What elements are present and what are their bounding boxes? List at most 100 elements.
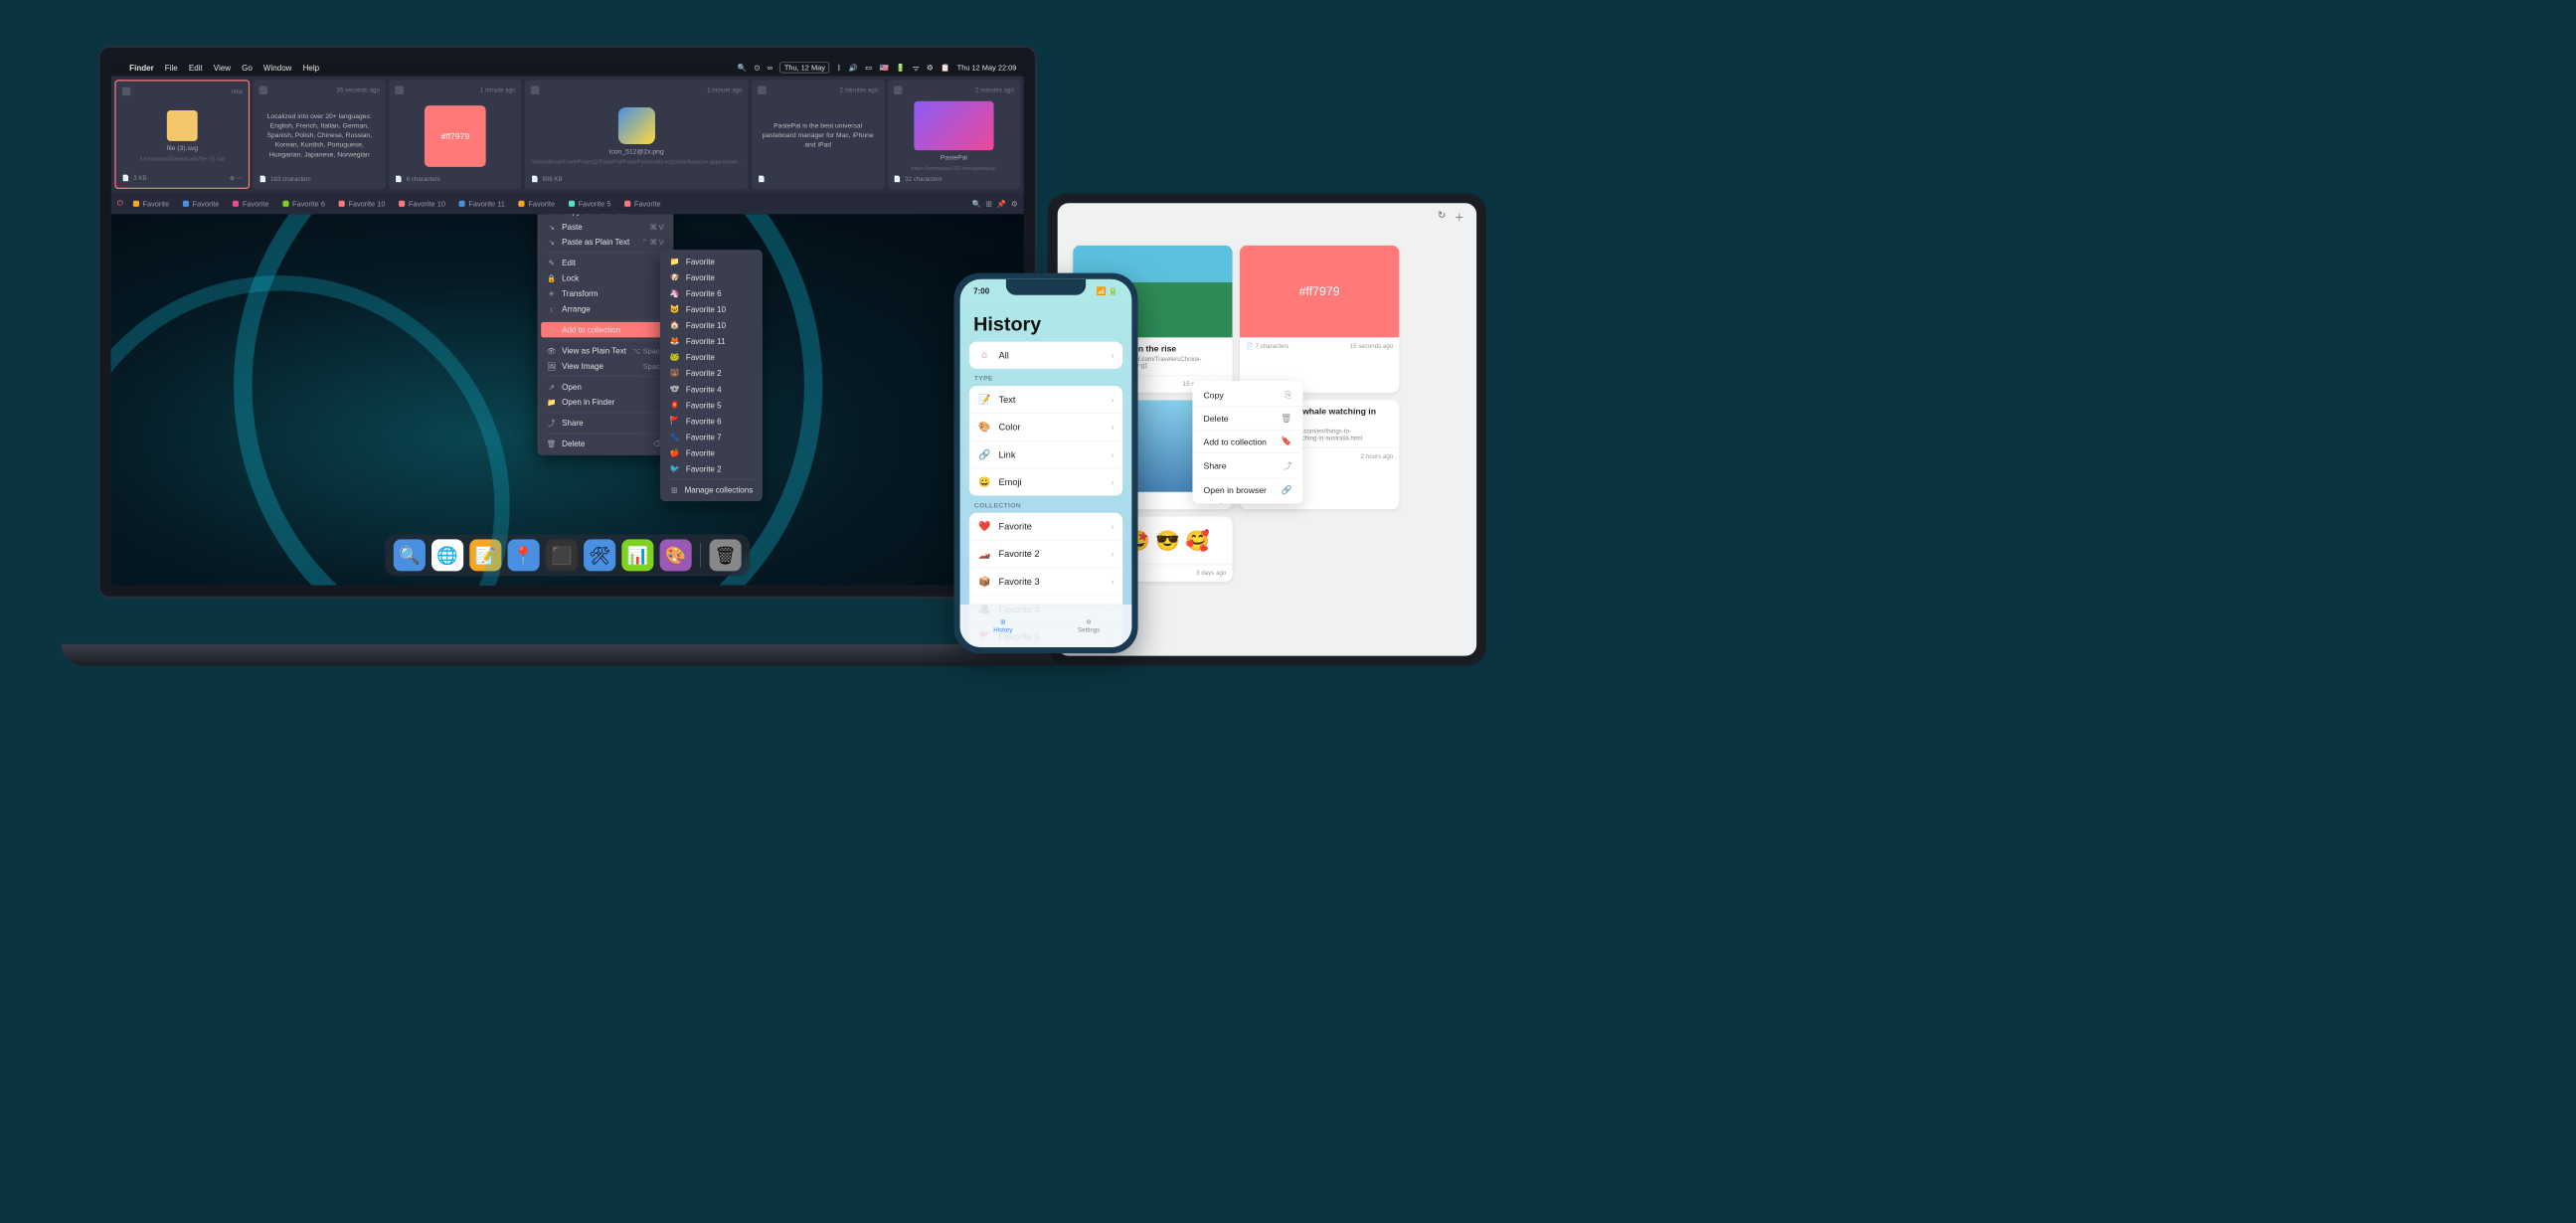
clipboard-item[interactable]: nowfile (3).svg/Users/khoa/Downloads/fil… (114, 80, 250, 189)
wifi-icon[interactable]: ᯤ (913, 63, 920, 73)
context-menu-item[interactable]: ＋Add to collection› (541, 322, 670, 337)
menubar-file[interactable]: File (165, 63, 178, 72)
menubar-edit[interactable]: Edit (189, 63, 203, 72)
context-menu-item[interactable]: ↘Paste as Plain Text⌃ ⌘ V (541, 235, 670, 250)
dock-app-icon[interactable]: 📝 (469, 539, 501, 571)
submenu-collection-item[interactable]: 🐾Favorite 7 (664, 429, 760, 444)
collection-tab[interactable]: Favorite (619, 197, 665, 211)
clipboard-item[interactable]: 1 minute ago#ff7979📄6 characters (389, 80, 522, 189)
dock-app-icon[interactable]: 📍 (508, 539, 540, 571)
context-menu-item[interactable]: ↗Open (541, 379, 670, 394)
clipboard-item[interactable]: 2 minutes agoPastePalhttps://onmyway133.… (888, 80, 1021, 189)
clipboard-item[interactable]: 1 minute agoicon_512@2x.png/Users/khoa/X… (525, 80, 749, 189)
iphone-collection-row[interactable]: ❤️Favorite› (969, 513, 1122, 541)
iphone-row-all[interactable]: ⌂ All › (969, 342, 1122, 369)
ipad-context-item[interactable]: Open in browser🔗 (1195, 478, 1300, 501)
context-menu-item[interactable]: ↕Arrange› (541, 301, 670, 316)
menubar-help[interactable]: Help (303, 63, 320, 72)
collection-tab[interactable]: Favorite (228, 197, 273, 211)
context-menu-item[interactable]: ✎Edit (541, 256, 670, 270)
iphone-collection-row[interactable]: 📦Favorite 3› (969, 568, 1122, 596)
context-menu-item[interactable]: ✳Transform› (541, 286, 670, 301)
submenu-collection-item[interactable]: 🍎Favorite (664, 444, 760, 460)
clipboard-menubar-icon[interactable]: 📋 (941, 64, 949, 73)
menubar-app-name[interactable]: Finder (129, 63, 154, 72)
submenu-collection-item[interactable]: 📁Favorite (664, 254, 760, 269)
collection-tab[interactable]: Favorite 10 (334, 197, 391, 211)
submenu-collection-item[interactable]: 🦊Favorite 11 (664, 333, 760, 349)
collection-tab[interactable]: Favorite (178, 197, 224, 211)
ipad-clip-card[interactable]: #ff7979📄 7 characters15 seconds ago (1240, 246, 1399, 393)
menubar-window[interactable]: Window (263, 63, 292, 72)
collection-tab[interactable]: Favorite (128, 197, 174, 211)
iphone-type-row[interactable]: 🔗Link› (969, 441, 1122, 469)
ipad-context-item[interactable]: Delete🗑 (1195, 407, 1300, 430)
display-icon[interactable]: ▭ (865, 64, 872, 73)
menubar-date-pill[interactable]: Thu, 12 May (779, 62, 829, 73)
collection-tab[interactable]: Favorite 10 (394, 197, 450, 211)
collection-tab[interactable]: Favorite 11 (454, 197, 510, 211)
search-icon[interactable]: 🔍 (971, 199, 980, 208)
dock-app-icon[interactable]: 🗑 (710, 539, 742, 571)
ipad-context-item[interactable]: Share⤴ (1195, 453, 1300, 478)
menubar-go[interactable]: Go (242, 63, 253, 72)
ipad-context-item[interactable]: Add to collection🔖 (1195, 431, 1300, 453)
submenu-collection-item[interactable]: 🦄Favorite 6 (664, 285, 760, 301)
clipboard-item[interactable]: 35 seconds agoLocalized into over 20+ la… (253, 80, 386, 189)
bluetooth-icon[interactable]: ᛒ (837, 64, 841, 73)
grid-icon[interactable]: ⊞ (986, 199, 992, 208)
siri-icon[interactable]: ∞ (768, 64, 773, 73)
iphone-collection-row[interactable]: 🏎️Favorite 2› (969, 541, 1122, 569)
context-menu-item[interactable]: ↘Paste⌘ V (541, 219, 670, 234)
ipad-context-item[interactable]: Copy⎘ (1195, 384, 1300, 407)
context-menu-item[interactable]: 🔒Lock (541, 270, 670, 285)
collection-tabs-bar: ⏻ Favorite Favorite Favorite Favorite 6 Favo… (111, 193, 1024, 215)
spotlight-icon[interactable]: ⊙ (754, 64, 760, 73)
context-menu-item[interactable]: 🖼View ImageSpace (541, 358, 670, 373)
dock-app-icon[interactable]: 📊 (621, 539, 653, 571)
iphone-section-collection: COLLECTION (974, 502, 1117, 509)
submenu-collection-item[interactable]: 🏠Favorite 10 (664, 317, 760, 333)
context-menu-item[interactable]: 🗑Delete⌫ (541, 437, 670, 451)
collection-tab[interactable]: Favorite (514, 197, 560, 211)
submenu-collection-item[interactable]: 🚩Favorite 6 (664, 413, 760, 429)
submenu-collection-item[interactable]: 🏮Favorite 5 (664, 397, 760, 413)
submenu-collection-item[interactable]: 🐨Favorite 4 (664, 381, 760, 397)
dock-app-icon[interactable]: 🔍 (394, 539, 426, 571)
menubar-clock[interactable]: Thu 12 May 22:09 (957, 64, 1017, 73)
volume-icon[interactable]: 🔊 (849, 64, 858, 73)
add-icon[interactable]: ＋ (1455, 209, 1464, 224)
context-menu-item[interactable]: ⤴Share› (541, 416, 670, 431)
submenu-collection-item[interactable]: 🐸Favorite (664, 349, 760, 365)
dock-app-icon[interactable]: 🌐 (431, 539, 463, 571)
iphone-tab-settings[interactable]: ⚙ Settings (1046, 605, 1131, 647)
dock-app-icon[interactable]: 🎨 (660, 539, 692, 571)
battery-icon[interactable]: 🔋 (896, 64, 905, 73)
iphone-type-row[interactable]: 🎨Color› (969, 414, 1122, 441)
context-menu-item[interactable]: 📁Open in Finder (541, 395, 670, 410)
power-icon[interactable]: ⏻ (117, 199, 123, 208)
submenu-collection-item[interactable]: 🐻Favorite 2 (664, 365, 760, 381)
clipboard-item[interactable]: 2 minutes agoPastePal is the best univer… (752, 80, 885, 189)
iphone-tab-history[interactable]: ⊞ History (960, 605, 1046, 647)
context-menu-item[interactable]: 👁View as Plain Text⌥ Space (541, 343, 670, 358)
collection-tab[interactable]: Favorite 5 (564, 197, 616, 211)
iphone-screen: 7:00 📶 🔋 History ⌂ All › TYPE 📝Text›🎨Col… (960, 279, 1132, 647)
iphone-type-row[interactable]: 😀Emoji› (969, 468, 1122, 495)
search-icon[interactable]: 🔍 (738, 64, 747, 73)
submenu-collection-item[interactable]: 🐶Favorite (664, 269, 760, 285)
control-center-icon[interactable]: ⚙ (927, 64, 934, 73)
desktop-wallpaper: ⎘Copy⌘ C⎘Copy as Plain Text⌃ ⌘ C↘Paste⌘ … (111, 214, 1024, 585)
dock-app-icon[interactable]: ⬛ (546, 539, 578, 571)
settings-icon[interactable]: ⚙ (1011, 199, 1018, 208)
pin-icon[interactable]: 📌 (997, 199, 1006, 208)
submenu-manage-collections[interactable]: ⊞Manage collections (664, 482, 760, 497)
submenu-collection-item[interactable]: 🐦Favorite 2 (664, 460, 760, 476)
lang-icon[interactable]: 🇺🇸 (880, 64, 889, 73)
collection-tab[interactable]: Favorite 6 (277, 197, 330, 211)
menubar-view[interactable]: View (214, 63, 231, 72)
refresh-icon[interactable]: ↻ (1438, 209, 1446, 224)
submenu-collection-item[interactable]: 🐱Favorite 10 (664, 301, 760, 317)
dock-app-icon[interactable]: 🛠 (584, 539, 615, 571)
iphone-type-row[interactable]: 📝Text› (969, 386, 1122, 414)
